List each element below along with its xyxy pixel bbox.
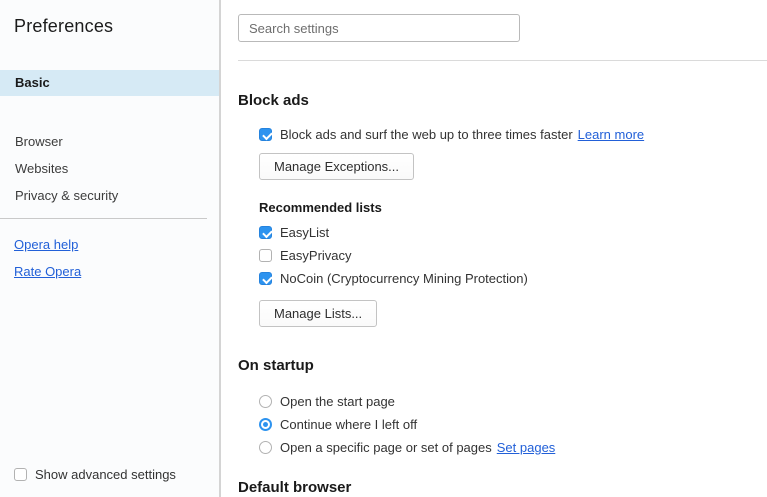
- default-browser-heading: Default browser: [238, 479, 351, 496]
- continue-where-left-off-label: Continue where I left off: [280, 417, 417, 432]
- on-startup-heading: On startup: [238, 357, 314, 374]
- sidebar-item-label: Websites: [15, 161, 68, 176]
- recommended-lists-heading: Recommended lists: [259, 200, 382, 215]
- easyprivacy-checkbox[interactable]: [259, 249, 272, 262]
- sidebar-item-basic[interactable]: Basic: [0, 70, 219, 96]
- easyprivacy-label: EasyPrivacy: [280, 248, 352, 263]
- block-ads-checkbox-row: Block ads and surf the web up to three t…: [259, 127, 644, 142]
- page-title: Preferences: [14, 16, 113, 37]
- easylist-label: EasyList: [280, 225, 329, 240]
- show-advanced-settings-checkbox[interactable]: [14, 468, 27, 481]
- sidebar-item-label: Basic: [15, 75, 50, 90]
- search-input[interactable]: [238, 14, 520, 42]
- sidebar: Preferences Basic Browser Websites Priva…: [0, 0, 221, 497]
- content-divider: [238, 60, 767, 61]
- startup-option-start-page-row: Open the start page: [259, 394, 395, 409]
- set-pages-link[interactable]: Set pages: [497, 440, 556, 455]
- settings-content: Block ads Block ads and surf the web up …: [221, 0, 767, 497]
- sidebar-item-privacy-security[interactable]: Privacy & security: [0, 183, 219, 209]
- open-specific-pages-radio[interactable]: [259, 441, 272, 454]
- startup-option-specific-pages-row: Open a specific page or set of pages Set…: [259, 440, 555, 455]
- nocoin-checkbox[interactable]: [259, 272, 272, 285]
- easylist-row: EasyList: [259, 225, 329, 240]
- sidebar-divider: [0, 218, 207, 219]
- nocoin-row: NoCoin (Cryptocurrency Mining Protection…: [259, 271, 528, 286]
- sidebar-item-browser[interactable]: Browser: [0, 129, 219, 155]
- sidebar-item-websites[interactable]: Websites: [0, 156, 219, 182]
- continue-where-left-off-radio[interactable]: [259, 418, 272, 431]
- learn-more-link[interactable]: Learn more: [578, 127, 644, 142]
- manage-lists-button[interactable]: Manage Lists...: [259, 300, 377, 327]
- preferences-page: Preferences Basic Browser Websites Priva…: [0, 0, 767, 497]
- easylist-checkbox[interactable]: [259, 226, 272, 239]
- open-specific-pages-label: Open a specific page or set of pages: [280, 440, 492, 455]
- rate-opera-link[interactable]: Rate Opera: [14, 264, 81, 279]
- block-ads-checkbox[interactable]: [259, 128, 272, 141]
- show-advanced-settings-row: Show advanced settings: [14, 467, 176, 482]
- sidebar-item-label: Browser: [15, 134, 63, 149]
- block-ads-checkbox-label: Block ads and surf the web up to three t…: [280, 127, 573, 142]
- sidebar-item-label: Privacy & security: [15, 188, 118, 203]
- opera-help-link[interactable]: Opera help: [14, 237, 78, 252]
- nocoin-label: NoCoin (Cryptocurrency Mining Protection…: [280, 271, 528, 286]
- startup-option-continue-row: Continue where I left off: [259, 417, 417, 432]
- open-start-page-label: Open the start page: [280, 394, 395, 409]
- easyprivacy-row: EasyPrivacy: [259, 248, 352, 263]
- manage-exceptions-button[interactable]: Manage Exceptions...: [259, 153, 414, 180]
- show-advanced-settings-label: Show advanced settings: [35, 467, 176, 482]
- block-ads-heading: Block ads: [238, 92, 309, 109]
- open-start-page-radio[interactable]: [259, 395, 272, 408]
